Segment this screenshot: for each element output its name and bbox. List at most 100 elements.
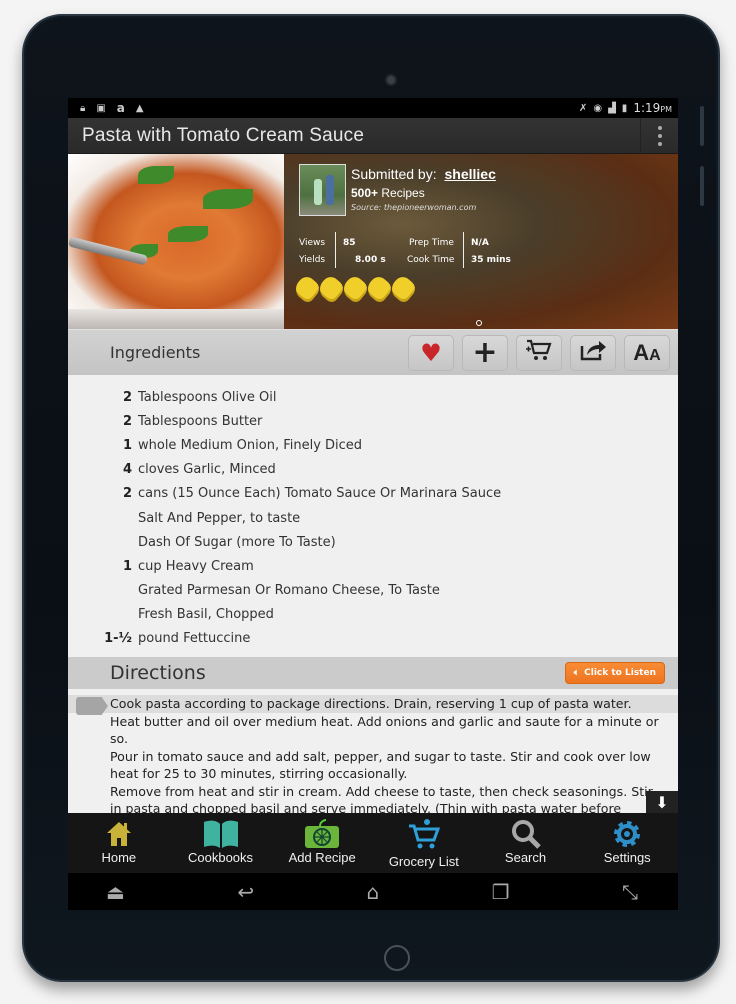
oven-mitt-rating-icon[interactable] bbox=[339, 273, 371, 305]
share-icon bbox=[579, 338, 607, 368]
ingredient-row[interactable]: 1-½ pound Fettuccine bbox=[68, 627, 678, 651]
speaker-icon: 🔈︎ bbox=[573, 668, 580, 678]
ingredient-qty: 1 bbox=[122, 437, 132, 453]
directions-title: Directions bbox=[110, 662, 206, 684]
ingredient-qty: 2 bbox=[122, 486, 132, 502]
direction-step[interactable]: Cook pasta according to package directio… bbox=[68, 695, 678, 713]
overflow-menu-icon[interactable] bbox=[640, 117, 678, 154]
ingredient-row[interactable]: 2 Tablespoons Butter bbox=[68, 409, 678, 433]
recipe-photo[interactable] bbox=[68, 154, 284, 329]
tab-cookbooks[interactable]: Cookbooks bbox=[170, 813, 272, 873]
oven-mitt-rating-icon[interactable] bbox=[315, 273, 347, 305]
oven-mitt-rating-icon[interactable] bbox=[387, 273, 419, 305]
recipe-toolbar: ♥ + AA bbox=[408, 334, 678, 371]
ingredient-text: Dash Of Sugar (more To Taste) bbox=[138, 534, 336, 550]
screen: 🔒︎ ▣ a ▲ ✗ ◉ ▟ ▮ 1:19PM Pasta with Tomat… bbox=[68, 98, 678, 910]
tab-label: Add Recipe bbox=[288, 850, 356, 865]
signal-icon: ▟ bbox=[608, 102, 616, 114]
ingredient-text: Tablespoons Butter bbox=[138, 413, 263, 429]
tab-home[interactable]: Home bbox=[68, 813, 170, 873]
hide-keyboard-icon[interactable]: ⏏ bbox=[106, 880, 125, 904]
share-button[interactable] bbox=[570, 334, 616, 371]
recipe-source: Source: thepioneerwoman.com bbox=[351, 203, 477, 212]
ingredient-row[interactable]: Salt And Pepper, to taste bbox=[68, 506, 678, 530]
ingredient-row[interactable]: 4 cloves Garlic, Minced bbox=[68, 458, 678, 482]
recipe-stats: Views Yields 85 8.00 s Prep Time Cook Ti… bbox=[299, 232, 539, 268]
ingredient-row[interactable]: 1 cup Heavy Cream bbox=[68, 554, 678, 578]
ingredients-title: Ingredients bbox=[110, 343, 201, 362]
ingredients-header: Ingredients ♥ + AA bbox=[68, 329, 678, 375]
submitted-by: Submitted by: shelliec bbox=[351, 166, 496, 182]
action-bar: Pasta with Tomato Cream Sauce bbox=[68, 117, 678, 154]
page-indicator bbox=[476, 320, 482, 326]
ingredient-row[interactable]: 2 Tablespoons Olive Oil bbox=[68, 385, 678, 409]
mute-icon: ✗ bbox=[578, 102, 588, 114]
oven-mitt-rating-icon[interactable] bbox=[363, 273, 395, 305]
add-recipe-icon bbox=[303, 818, 341, 850]
ingredient-row[interactable]: Dash Of Sugar (more To Taste) bbox=[68, 530, 678, 554]
tab-add-recipe[interactable]: Add Recipe bbox=[271, 813, 373, 873]
direction-step[interactable]: Pour in tomato sauce and add salt, peppe… bbox=[68, 748, 678, 783]
battery-icon: ▮ bbox=[621, 102, 628, 114]
cook-time-label: Cook Time bbox=[407, 255, 455, 265]
direction-step[interactable]: Remove from heat and stir in cream. Add … bbox=[68, 783, 678, 814]
scroll-down-button[interactable]: ⬇ bbox=[646, 791, 678, 813]
home-nav-icon[interactable]: ⌂ bbox=[367, 880, 380, 904]
recipe-hero: Submitted by: shelliec 500+ Recipes Sour… bbox=[68, 154, 678, 329]
ingredient-text: whole Medium Onion, Finely Diced bbox=[138, 437, 363, 453]
gear-icon bbox=[611, 818, 643, 850]
hardware-home-button[interactable] bbox=[384, 945, 410, 971]
front-camera bbox=[385, 74, 397, 86]
current-step-marker bbox=[76, 697, 108, 715]
fullscreen-icon[interactable]: ⤡ bbox=[622, 880, 638, 904]
heart-icon: ♥ bbox=[420, 338, 442, 367]
listen-button[interactable]: 🔈︎ Click to Listen bbox=[564, 662, 665, 684]
status-bar: 🔒︎ ▣ a ▲ ✗ ◉ ▟ ▮ 1:19PM bbox=[68, 98, 678, 118]
bottom-tab-bar: Home Cookbooks Add Recipe Grocery List Searc… bbox=[68, 813, 678, 873]
warning-icon: ▲ bbox=[135, 102, 144, 114]
ingredient-row[interactable]: Grated Parmesan Or Romano Cheese, To Tas… bbox=[68, 579, 678, 603]
ingredient-qty: 1-½ bbox=[104, 631, 132, 647]
recipe-info: Submitted by: shelliec 500+ Recipes Sour… bbox=[284, 154, 678, 329]
wifi-icon: ◉ bbox=[593, 102, 603, 114]
home-icon bbox=[104, 818, 134, 850]
add-to-cart-button[interactable] bbox=[516, 334, 562, 371]
ingredients-list: 2 Tablespoons Olive Oil 2 Tablespoons Butte… bbox=[68, 375, 678, 657]
author-link[interactable]: shelliec bbox=[445, 166, 496, 182]
power-button[interactable] bbox=[700, 166, 704, 206]
image-icon: ▣ bbox=[96, 102, 106, 114]
author-avatar[interactable] bbox=[299, 164, 346, 216]
favorite-button[interactable]: ♥ bbox=[408, 334, 454, 371]
rating[interactable] bbox=[291, 273, 419, 305]
lock-icon: 🔒︎ bbox=[80, 102, 86, 114]
font-size-icon: AA bbox=[633, 339, 661, 365]
prep-time-value: N/A bbox=[471, 238, 489, 248]
ingredient-text: cup Heavy Cream bbox=[138, 558, 254, 574]
back-icon[interactable]: ↩ bbox=[237, 880, 254, 904]
ingredient-text: pound Fettuccine bbox=[138, 631, 251, 647]
yields-value: 8.00 s bbox=[355, 255, 386, 265]
cook-time-value: 35 mins bbox=[471, 255, 511, 265]
add-button[interactable]: + bbox=[462, 334, 508, 371]
oven-mitt-rating-icon[interactable] bbox=[291, 273, 323, 305]
tab-search[interactable]: Search bbox=[475, 813, 577, 873]
ingredient-text: cloves Garlic, Minced bbox=[138, 462, 276, 478]
ingredient-row[interactable]: Fresh Basil, Chopped bbox=[68, 603, 678, 627]
volume-button[interactable] bbox=[700, 106, 704, 146]
ingredient-text: Tablespoons Olive Oil bbox=[138, 389, 277, 405]
ingredient-row[interactable]: 2 cans (15 Ounce Each) Tomato Sauce Or Ma… bbox=[68, 482, 678, 506]
ingredient-row[interactable]: 1 whole Medium Onion, Finely Diced bbox=[68, 433, 678, 457]
ingredient-text: Fresh Basil, Chopped bbox=[138, 607, 274, 623]
text-size-button[interactable]: AA bbox=[624, 334, 670, 371]
tab-grocery-list[interactable]: Grocery List bbox=[373, 813, 475, 873]
recent-apps-icon[interactable]: ❐ bbox=[492, 880, 510, 904]
ingredient-text: Grated Parmesan Or Romano Cheese, To Tas… bbox=[138, 583, 440, 599]
tab-settings[interactable]: Settings bbox=[576, 813, 678, 873]
direction-step[interactable]: Heat butter and oil over medium heat. Ad… bbox=[68, 713, 678, 748]
directions-list: Cook pasta according to package directio… bbox=[68, 689, 678, 813]
ingredient-qty: 1 bbox=[122, 558, 132, 574]
directions-header: Directions 🔈︎ Click to Listen bbox=[68, 657, 678, 689]
ingredient-qty: 2 bbox=[122, 389, 132, 405]
search-icon bbox=[510, 818, 542, 850]
recipes-count: 500+ Recipes bbox=[351, 186, 425, 200]
